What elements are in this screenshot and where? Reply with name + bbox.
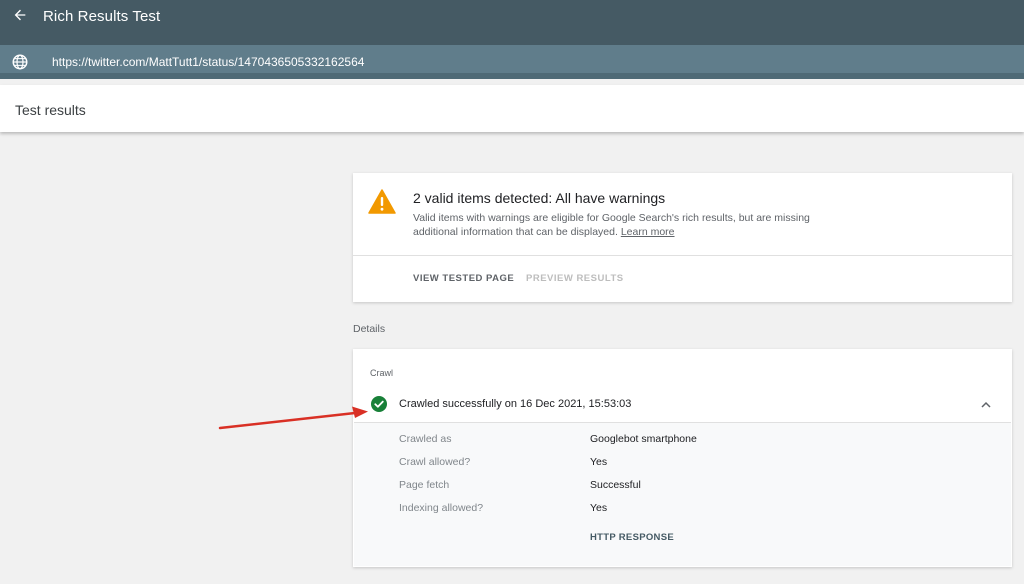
- app-title: Rich Results Test: [43, 8, 161, 25]
- url-bar: https://twitter.com/MattTutt1/status/147…: [0, 45, 1024, 79]
- summary-description-text: Valid items with warnings are eligible f…: [413, 212, 810, 238]
- globe-icon: [12, 54, 28, 70]
- warning-icon: [368, 189, 396, 214]
- page-fetch-value: Successful: [590, 479, 641, 491]
- chevron-up-icon: [981, 401, 991, 408]
- indexing-allowed-label: Indexing allowed?: [399, 502, 484, 514]
- crawl-heading: Crawl: [370, 368, 394, 378]
- indexing-allowed-value: Yes: [590, 502, 608, 514]
- learn-more-link[interactable]: Learn more: [621, 226, 675, 238]
- back-button[interactable]: [8, 3, 32, 27]
- crawl-divider: [354, 422, 1011, 423]
- app-bar: Rich Results Test: [0, 0, 1024, 45]
- annotation-arrow-icon: [218, 406, 368, 430]
- crawl-allowed-label: Crawl allowed?: [399, 456, 471, 468]
- page-fetch-label: Page fetch: [399, 479, 450, 491]
- crawl-status: Crawled successfully on 16 Dec 2021, 15:…: [399, 398, 632, 410]
- preview-results-button[interactable]: PREVIEW RESULTS: [526, 273, 624, 284]
- crawled-as-value: Googlebot smartphone: [590, 433, 697, 445]
- crawl-allowed-value: Yes: [590, 456, 608, 468]
- tested-url[interactable]: https://twitter.com/MattTutt1/status/147…: [52, 55, 364, 69]
- page-title: Test results: [15, 102, 86, 118]
- summary-title: 2 valid items detected: All have warning…: [413, 190, 666, 206]
- collapse-button[interactable]: [979, 398, 993, 410]
- summary-divider: [353, 255, 1012, 256]
- crawled-as-label: Crawled as: [399, 433, 452, 445]
- results-header: Test results: [0, 85, 1024, 132]
- http-response-button[interactable]: HTTP RESPONSE: [590, 532, 674, 543]
- summary-description: Valid items with warnings are eligible f…: [413, 211, 843, 239]
- view-tested-page-button[interactable]: VIEW TESTED PAGE: [413, 273, 514, 284]
- details-label: Details: [353, 323, 386, 335]
- arrow-back-icon: [14, 9, 26, 21]
